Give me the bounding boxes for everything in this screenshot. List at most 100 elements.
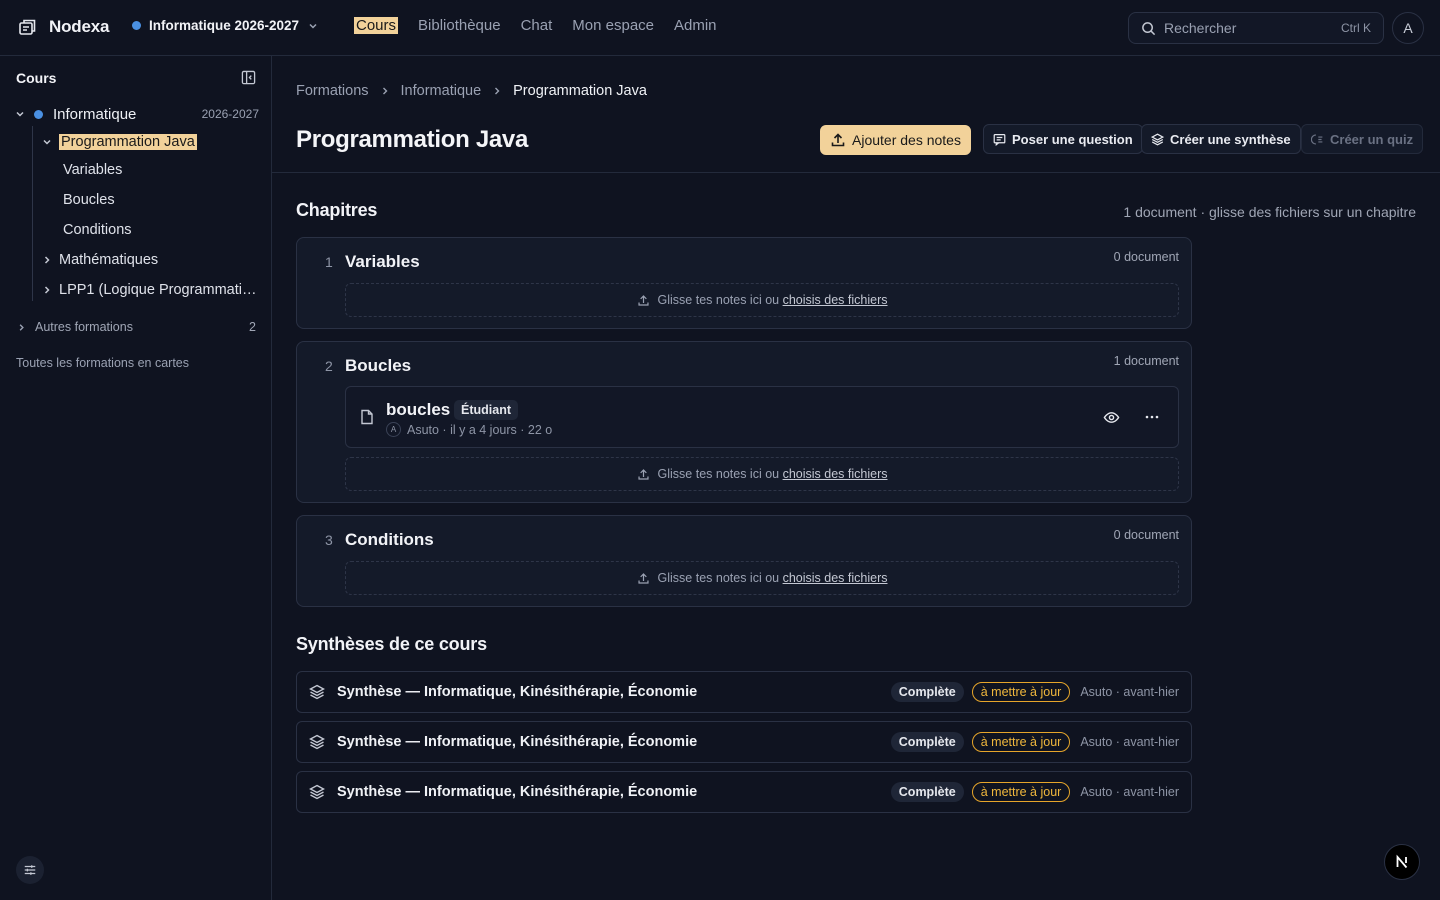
eye-icon[interactable] [1103,409,1120,426]
choose-files-link[interactable]: choisis des fichiers [783,293,888,307]
create-quiz-button[interactable]: Créer un quiz [1301,124,1424,154]
nav-item-cours[interactable]: Cours [354,17,399,34]
ask-question-button[interactable]: Poser une question [983,124,1143,154]
quiz-icon [1311,133,1324,146]
breadcrumb-formations[interactable]: Formations [296,83,369,99]
chapter-doc-count: 0 document [1113,250,1179,264]
dropzone[interactable]: Glisse tes notes ici ou choisis des fich… [345,457,1179,491]
dropzone[interactable]: Glisse tes notes ici ou choisis des fich… [345,561,1179,595]
update-badge: à mettre à jour [971,682,1071,702]
formation-dot [34,109,43,119]
layers-icon [1151,133,1164,146]
update-badge: à mettre à jour [971,782,1071,802]
other-formations-count: 2 [249,320,256,334]
more-options-icon[interactable] [1144,409,1160,425]
breadcrumb: Formations Informatique Programmation Ja… [296,83,647,99]
synthesis-meta: Asuto · avant-hier [1080,785,1179,799]
status-badge: Complète [890,782,964,802]
next-logo-icon[interactable] [1384,844,1420,880]
main-nav: Cours Bibliothèque Chat Mon espace Admin [354,17,717,34]
dropzone[interactable]: Glisse tes notes ici ou choisis des fich… [345,283,1179,317]
message-icon [993,133,1006,146]
choose-files-link[interactable]: choisis des fichiers [783,571,888,585]
synthesis-title: Synthèse — Informatique, Kinésithérapie,… [337,734,698,750]
chapter-card[interactable]: 1 Variables 0 document Glisse tes notes … [296,237,1192,329]
tree-item-boucles[interactable]: Boucles [63,190,115,210]
chapter-name: Variables [345,252,420,271]
search-placeholder: Rechercher [1164,20,1237,36]
file-icon [360,409,374,425]
search-shortcut: Ctrl K [1341,21,1371,35]
page-title: Programmation Java [296,126,529,153]
logo-icon [18,17,38,37]
search-input[interactable]: Rechercher Ctrl K [1128,12,1384,44]
create-synthesis-button[interactable]: Créer une synthèse [1141,124,1301,154]
tree-item-variables[interactable]: Variables [63,160,122,180]
nav-item-mon-espace[interactable]: Mon espace [572,17,654,34]
synthesis-row[interactable]: Synthèse — Informatique, Kinésithérapie,… [296,671,1192,713]
brand-name: Nodexa [49,17,110,36]
chapter-number: 3 [325,532,333,548]
other-formations-label: Autres formations [35,320,133,334]
tree-item-informatique[interactable]: Informatique 2026-2027 [14,104,259,124]
settings-sliders-icon[interactable] [16,856,44,884]
synthesis-row[interactable]: Synthèse — Informatique, Kinésithérapie,… [296,771,1192,813]
syntheses-heading: Synthèses de ce cours [296,634,487,654]
chevron-right-icon [16,322,27,333]
tree-item-lpp1[interactable]: LPP1 (Logique Programmati… [40,280,256,300]
upload-icon [637,294,650,307]
chevron-right-icon [379,85,391,97]
other-formations[interactable]: Autres formations 2 [16,320,256,334]
avatar[interactable]: A [1392,12,1424,44]
choose-files-link[interactable]: choisis des fichiers [783,467,888,481]
author-avatar: A [386,422,401,437]
chapter-card[interactable]: 2 Boucles 1 document boucles Étudiant A … [296,341,1192,503]
layers-icon [309,734,325,750]
create-quiz-label: Créer un quiz [1330,131,1414,147]
upload-icon [830,132,846,148]
breadcrumb-informatique[interactable]: Informatique [401,83,482,99]
document-name[interactable]: boucles [386,400,450,420]
brand[interactable]: Nodexa [18,17,109,37]
tree-item-label: LPP1 (Logique Programmati… [59,282,257,298]
chapters-meta: 1 document · glisse des fichiers sur un … [1123,204,1416,220]
synthesis-title: Synthèse — Informatique, Kinésithérapie,… [337,784,698,800]
layers-icon [309,684,325,700]
header-divider [272,172,1440,173]
tree-item-conditions[interactable]: Conditions [63,220,132,240]
tree-item-programmation-java[interactable]: Programmation Java [40,132,197,152]
sidebar: Cours Informatique 2026-2027 Programmati… [0,56,272,900]
top-bar: Nodexa Informatique 2026-2027 Cours Bibl… [0,0,1440,56]
dropzone-text: Glisse tes notes ici ou choisis des fich… [657,467,888,481]
dropzone-text: Glisse tes notes ici ou choisis des fich… [657,293,888,307]
add-notes-label: Ajouter des notes [852,132,961,148]
tree-guide-line [32,126,33,301]
chevron-down-icon [40,136,54,148]
chapter-card[interactable]: 3 Conditions 0 document Glisse tes notes… [296,515,1192,607]
synthesis-meta: Asuto · avant-hier [1080,685,1179,699]
document-row[interactable]: boucles Étudiant A Asuto · il y a 4 jour… [345,386,1179,448]
synthesis-row[interactable]: Synthèse — Informatique, Kinésithérapie,… [296,721,1192,763]
breadcrumb-current: Programmation Java [513,83,647,99]
tree-root-year: 2026-2027 [201,107,259,121]
chevron-down-icon [14,108,26,120]
collapse-sidebar-icon[interactable] [241,70,256,85]
workspace-switcher[interactable]: Informatique 2026-2027 [132,18,319,33]
status-badge: Complète [890,682,964,702]
workspace-dot [132,21,141,30]
add-notes-button[interactable]: Ajouter des notes [820,125,971,155]
nav-item-chat[interactable]: Chat [521,17,553,34]
dropzone-text: Glisse tes notes ici ou choisis des fich… [657,571,888,585]
chapters-heading: Chapitres [296,200,378,220]
nav-item-bibliotheque[interactable]: Bibliothèque [418,17,501,34]
chapter-name: Conditions [345,530,434,549]
all-formations-link[interactable]: Toutes les formations en cartes [16,356,189,370]
chevron-right-icon [491,85,503,97]
tree-item-mathematiques[interactable]: Mathématiques [40,250,158,270]
tree-item-label: Mathématiques [59,252,159,268]
layers-icon [309,784,325,800]
document-meta-text: Asuto · il y a 4 jours · 22 o [407,422,553,437]
upload-icon [637,572,650,585]
update-badge: à mettre à jour [971,732,1071,752]
nav-item-admin[interactable]: Admin [674,17,717,34]
